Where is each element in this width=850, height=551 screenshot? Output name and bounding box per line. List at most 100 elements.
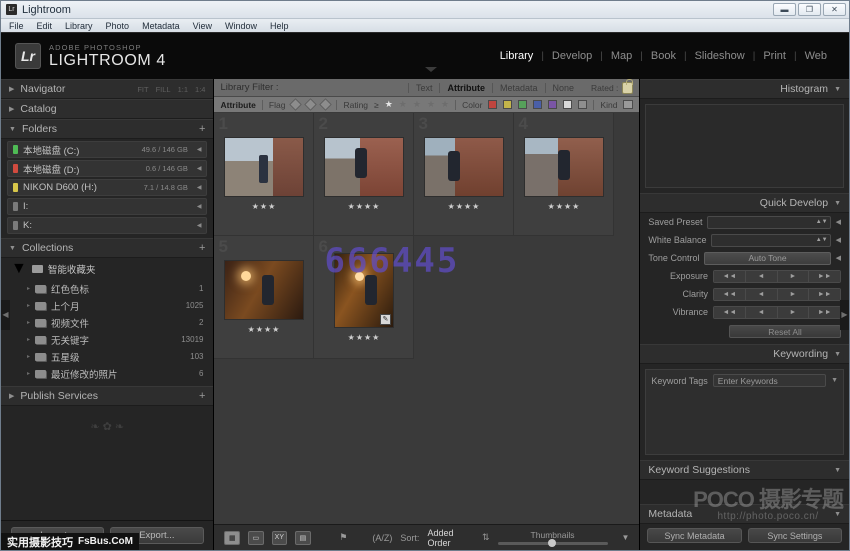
saved-preset-select[interactable]: ▲▼: [707, 216, 830, 229]
white-balance-select[interactable]: ▲▼: [711, 234, 830, 247]
thumbnail-rating[interactable]: ★★★: [252, 202, 277, 211]
thumbnail-cell[interactable]: 1 ✎ ★★★: [214, 113, 314, 236]
color-swatch-purple[interactable]: [548, 100, 557, 109]
panel-catalog-header[interactable]: ▶ Catalog: [1, 99, 213, 119]
filter-tab-none[interactable]: None: [545, 83, 582, 93]
color-swatch-red[interactable]: [488, 100, 497, 109]
rating-star-1[interactable]: ★: [385, 99, 393, 110]
lock-icon[interactable]: [622, 82, 633, 94]
module-develop[interactable]: Develop: [544, 50, 600, 62]
filter-tab-text[interactable]: Text: [408, 83, 440, 93]
thumbnail-rating[interactable]: ★★★★: [548, 202, 581, 211]
develop-badge-icon[interactable]: ✎: [390, 183, 401, 194]
menu-edit[interactable]: Edit: [37, 21, 53, 31]
left-panel-toggle[interactable]: ◀: [1, 300, 10, 330]
menu-metadata[interactable]: Metadata: [142, 21, 180, 31]
rating-star-2[interactable]: ★: [399, 99, 407, 110]
right-panel-toggle[interactable]: ▶: [840, 300, 849, 330]
list-item[interactable]: ▸ 红色色标 1: [1, 280, 213, 297]
panel-quick-develop-header[interactable]: Quick Develop ▼: [640, 193, 849, 213]
chevron-left-icon[interactable]: ◀: [836, 236, 841, 244]
module-library[interactable]: Library: [492, 50, 542, 62]
clarity-inc-small[interactable]: ►: [778, 289, 810, 300]
loupe-view-button[interactable]: ▭: [248, 531, 264, 545]
panel-publish-services-header[interactable]: ▶ Publish Services +: [1, 386, 213, 406]
panel-histogram-header[interactable]: Histogram ▼: [640, 79, 849, 99]
keyword-input[interactable]: Enter Keywords: [713, 374, 826, 387]
sync-metadata-button[interactable]: Sync Metadata: [647, 528, 741, 543]
folder-row[interactable]: NIKON D600 (H:) 7.1 / 14.8 GB ◀: [7, 179, 207, 196]
develop-badge-icon[interactable]: ✎: [590, 183, 601, 194]
clarity-stepper[interactable]: ◄◄ ◄ ► ►►: [713, 288, 841, 301]
filter-tab-metadata[interactable]: Metadata: [492, 83, 545, 93]
sort-caret-icon[interactable]: ⇅: [482, 532, 490, 543]
exposure-dec-large[interactable]: ◄◄: [714, 271, 746, 282]
slider-knob[interactable]: [548, 539, 556, 547]
color-swatch-blue[interactable]: [533, 100, 542, 109]
add-publish-service-icon[interactable]: +: [199, 391, 205, 402]
chevron-left-icon[interactable]: ◀: [836, 218, 841, 226]
clarity-inc-large[interactable]: ►►: [809, 289, 840, 300]
develop-badge-icon[interactable]: ✎: [380, 314, 391, 325]
rating-star-3[interactable]: ★: [413, 99, 421, 110]
rating-star-5[interactable]: ★: [441, 99, 449, 110]
folder-row[interactable]: K: ◀: [7, 217, 207, 234]
flag-unflagged-icon[interactable]: [305, 98, 318, 111]
grid-view-button[interactable]: ▦: [224, 531, 240, 545]
list-item[interactable]: ▸ 五星级 103: [1, 348, 213, 365]
thumbnail-rating[interactable]: ★★★★: [348, 202, 381, 211]
panel-folders-header[interactable]: ▼ Folders +: [1, 119, 213, 139]
reset-all-button[interactable]: Reset All: [729, 325, 841, 338]
sort-direction-icon[interactable]: (A/Z): [372, 533, 392, 543]
thumbnail-rating[interactable]: ★★★★: [248, 325, 281, 334]
list-item[interactable]: ▸ 上个月 1025: [1, 297, 213, 314]
minimize-button[interactable]: ▬: [773, 3, 796, 16]
folder-row[interactable]: I: ◀: [7, 198, 207, 215]
color-swatch-green[interactable]: [518, 100, 527, 109]
toolbar-caret-icon[interactable]: ▼: [622, 533, 630, 542]
flag-reject-icon[interactable]: [320, 98, 333, 111]
thumbnail-rating[interactable]: ★★★★: [448, 202, 481, 211]
sync-settings-button[interactable]: Sync Settings: [748, 528, 842, 543]
survey-view-button[interactable]: ▤: [295, 531, 311, 545]
exposure-dec-small[interactable]: ◄: [746, 271, 778, 282]
module-slideshow[interactable]: Slideshow: [687, 50, 753, 62]
menu-library[interactable]: Library: [65, 21, 93, 31]
rating-operator[interactable]: ≥: [374, 100, 379, 110]
color-swatch-yellow[interactable]: [503, 100, 512, 109]
clarity-dec-large[interactable]: ◄◄: [714, 289, 746, 300]
list-item[interactable]: ▸ 视频文件 2: [1, 314, 213, 331]
panel-navigator-header[interactable]: ▶ Navigator FIT FILL 1:1 1:4: [1, 79, 213, 99]
flag-pick-icon[interactable]: [290, 98, 303, 111]
vibrance-inc-small[interactable]: ►: [778, 307, 810, 318]
flag-icon[interactable]: ⚑: [339, 532, 347, 543]
close-button[interactable]: ✕: [823, 3, 846, 16]
develop-badge-icon[interactable]: ✎: [490, 183, 501, 194]
thumbnail-cell[interactable]: 5 ★★★★: [214, 236, 314, 359]
color-swatch-gray[interactable]: [578, 100, 587, 109]
panel-keywording-header[interactable]: Keywording ▼: [640, 344, 849, 364]
rating-star-4[interactable]: ★: [427, 99, 435, 110]
zoom-1-1[interactable]: 1:1: [178, 85, 188, 94]
module-print[interactable]: Print: [755, 50, 794, 62]
thumbnail-cell[interactable]: 3 ✎ ★★★★: [414, 113, 514, 236]
filter-tab-attribute[interactable]: Attribute: [439, 83, 492, 93]
vibrance-inc-large[interactable]: ►►: [809, 307, 840, 318]
thumbnail-grid[interactable]: 1 ✎ ★★★ 2 ✎ ★★★★: [214, 113, 639, 524]
panel-collections-header[interactable]: ▼ Collections +: [1, 238, 213, 258]
module-web[interactable]: Web: [797, 50, 835, 62]
add-folder-icon[interactable]: +: [199, 124, 205, 135]
exposure-inc-small[interactable]: ►: [778, 271, 810, 282]
develop-badge-icon[interactable]: ✎: [290, 183, 301, 194]
menu-photo[interactable]: Photo: [106, 21, 130, 31]
menu-view[interactable]: View: [193, 21, 212, 31]
zoom-1-4[interactable]: 1:4: [195, 85, 205, 94]
slider-track[interactable]: [498, 542, 608, 545]
thumbnail-size-slider[interactable]: Thumbnails: [498, 530, 608, 545]
menu-window[interactable]: Window: [225, 21, 257, 31]
chevron-down-icon[interactable]: ▼: [831, 377, 838, 384]
folder-row[interactable]: 本地磁盘 (D:) 0.6 / 146 GB ◀: [7, 160, 207, 177]
auto-tone-button[interactable]: Auto Tone: [704, 252, 830, 265]
compare-view-button[interactable]: XY: [272, 531, 288, 545]
list-item[interactable]: ▸ 无关键字 13019: [1, 331, 213, 348]
